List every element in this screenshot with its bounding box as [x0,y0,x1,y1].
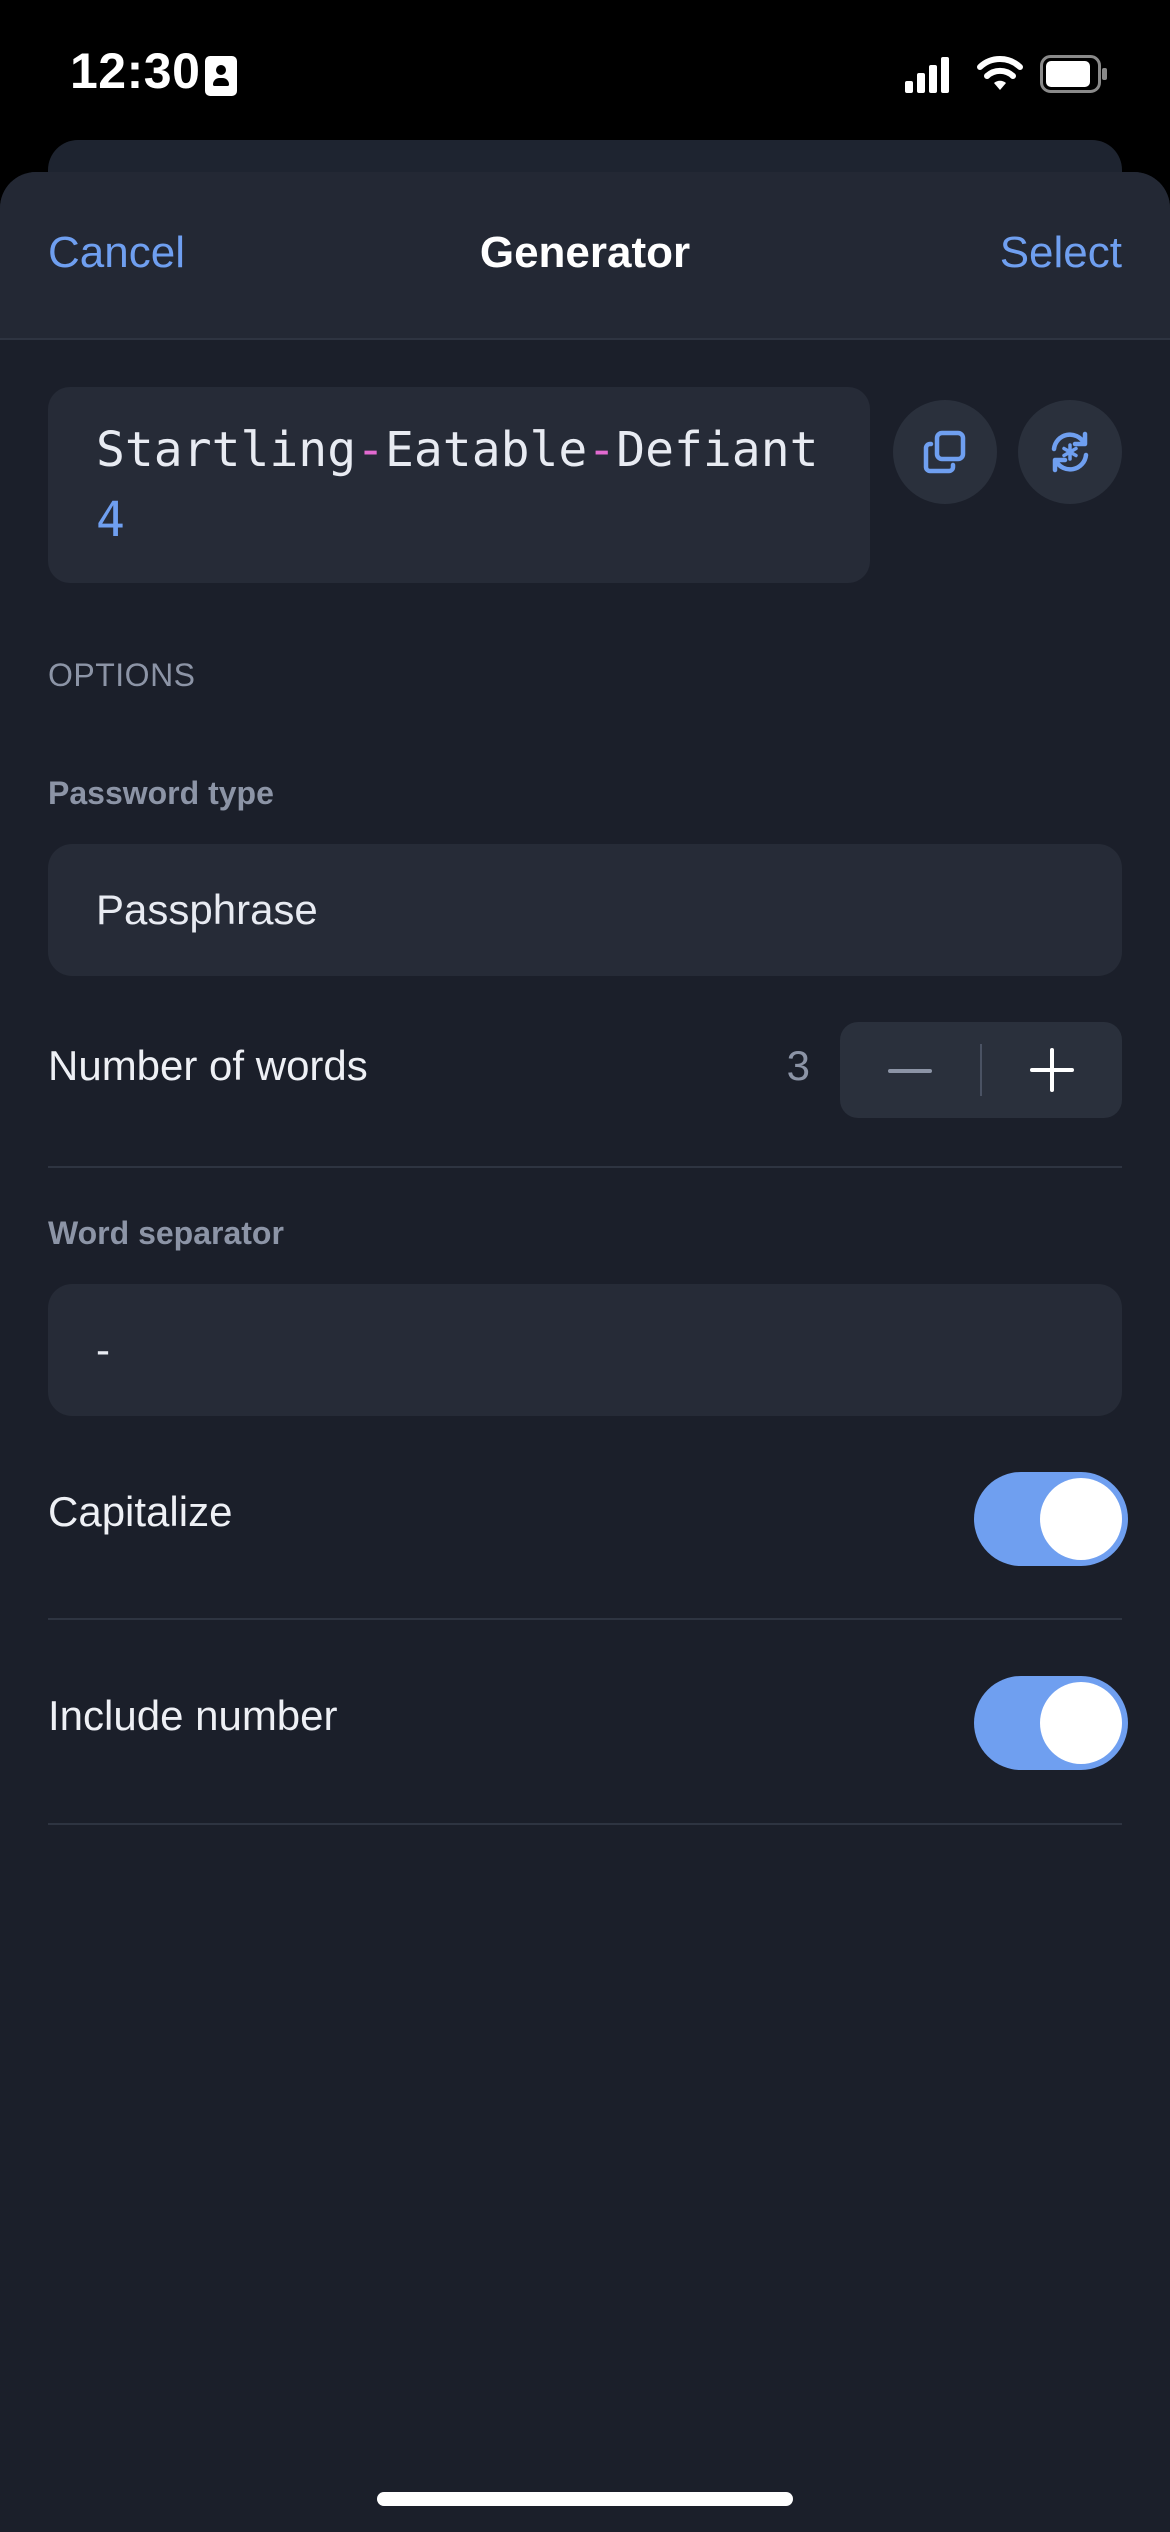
page-title: Generator [479,228,691,277]
battery-icon [1040,55,1107,93]
toggle-knob [1040,1682,1122,1764]
number-of-words-stepper [840,1022,1122,1118]
increment-button[interactable] [982,1022,1122,1118]
word-separator-field[interactable]: - [48,1284,1122,1416]
password-type-value: Passphrase [96,886,318,933]
password-number: 4 [96,492,125,548]
number-of-words-value: 3 [786,1042,810,1089]
home-indicator[interactable] [377,2492,793,2506]
capitalize-label: Capitalize [48,1488,233,1535]
capitalize-toggle[interactable] [974,1472,1128,1566]
password-word: Startling [96,422,357,478]
decrement-button[interactable] [840,1022,980,1118]
copy-button[interactable] [893,400,997,504]
options-section-header: OPTIONS [48,657,196,693]
status-bar: 12:30 [0,0,1170,150]
generated-password: Startling-Eatable-Defiant4 [48,387,870,583]
cellular-signal-icon [905,57,949,93]
password-word: Defiant [616,422,819,478]
status-time: 12:30 [70,43,201,99]
wifi-icon [977,56,1023,90]
word-separator-value: - [96,1326,110,1373]
include-number-toggle[interactable] [974,1676,1128,1770]
contact-card-icon [205,56,237,96]
copy-icon [923,430,966,474]
divider [48,1823,1122,1825]
regenerate-button[interactable] [1018,400,1122,504]
password-word: Eatable [385,422,588,478]
password-type-select[interactable]: Passphrase [48,844,1122,976]
number-of-words-label: Number of words [48,1042,368,1089]
password-separator: - [587,422,617,478]
password-type-label: Password type [48,775,274,811]
include-number-label: Include number [48,1692,338,1739]
divider [48,1618,1122,1620]
select-button[interactable]: Select [1000,228,1122,278]
generator-sheet: Cancel Generator Select Startling-Eatabl… [0,172,1170,2532]
word-separator-label: Word separator [48,1215,284,1251]
navigation-bar: Cancel Generator Select [0,172,1170,340]
password-separator: - [356,422,385,478]
regenerate-icon [1051,431,1089,473]
toggle-knob [1040,1478,1122,1560]
divider [48,1166,1122,1168]
